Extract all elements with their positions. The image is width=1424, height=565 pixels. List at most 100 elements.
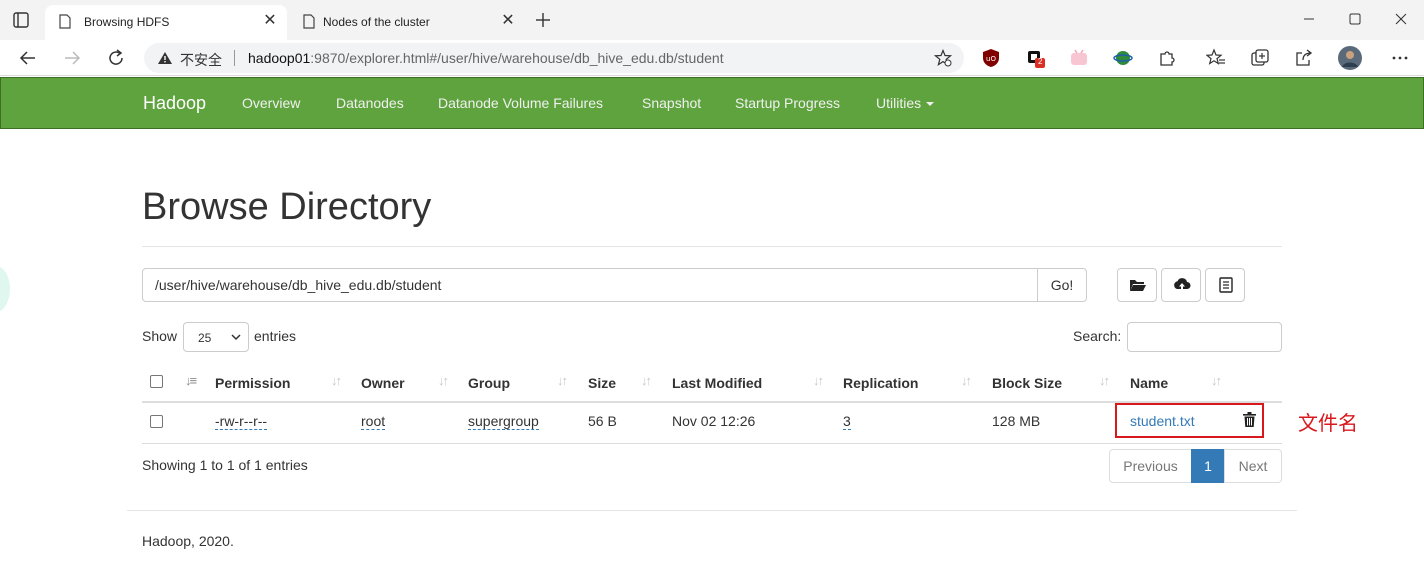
table-info: Showing 1 to 1 of 1 entries <box>142 457 308 473</box>
upload-button[interactable] <box>1161 268 1201 302</box>
go-button[interactable]: Go! <box>1037 268 1087 302</box>
header-last-modified[interactable]: Last Modified <box>672 375 762 391</box>
search-label: Search: <box>1073 328 1122 344</box>
row-checkbox[interactable] <box>150 415 163 428</box>
collections-icon[interactable] <box>1250 48 1270 68</box>
pagination-page-1[interactable]: 1 <box>1191 449 1225 483</box>
sort-icon[interactable]: ↓↑ <box>1099 373 1110 388</box>
add-favorite-icon[interactable] <box>934 49 952 67</box>
nav-utilities-label: Utilities <box>876 95 922 111</box>
share-icon[interactable] <box>1294 48 1314 68</box>
entries-label: entries <box>254 328 297 344</box>
nav-datanode-volume-failures[interactable]: Datanode Volume Failures <box>438 95 603 111</box>
svg-text:uO: uO <box>986 55 996 63</box>
tab-nodes-of-cluster[interactable]: Nodes of the cluster ✕ <box>289 5 525 40</box>
profile-avatar[interactable] <box>1338 46 1362 70</box>
tab-browsing-hdfs[interactable]: Browsing HDFS ✕ <box>45 5 287 40</box>
nav-snapshot[interactable]: Snapshot <box>642 95 701 111</box>
browser-tab-bar: Browsing HDFS ✕ Nodes of the cluster ✕ <box>0 0 1424 40</box>
chevron-down-icon <box>231 334 241 341</box>
sort-icon[interactable]: ↓↑ <box>641 373 652 388</box>
favorites-icon[interactable] <box>1206 48 1226 68</box>
header-name[interactable]: Name <box>1130 375 1168 391</box>
maximize-icon[interactable] <box>1343 8 1367 30</box>
side-widget <box>0 266 10 312</box>
footer-divider <box>127 510 1297 511</box>
extensions-puzzle-icon[interactable] <box>1157 48 1177 68</box>
show-label: Show <box>142 328 178 344</box>
extension-badge-icon[interactable]: 2 <box>1025 48 1045 68</box>
table-header-divider <box>142 401 1282 403</box>
header-block-size[interactable]: Block Size <box>992 375 1062 391</box>
more-menu-icon[interactable] <box>1390 48 1410 68</box>
nav-overview[interactable]: Overview <box>242 95 300 111</box>
nav-startup-progress[interactable]: Startup Progress <box>735 95 840 111</box>
close-tab-icon[interactable]: ✕ <box>261 12 279 30</box>
extension-badge-count: 2 <box>1038 57 1043 66</box>
close-window-icon[interactable] <box>1389 8 1413 30</box>
header-permission[interactable]: Permission <box>215 375 290 391</box>
sort-icon[interactable]: ↓↑ <box>438 373 449 388</box>
cell-replication[interactable]: 3 <box>843 413 851 430</box>
list-alt-icon <box>1219 277 1233 293</box>
header-group[interactable]: Group <box>468 375 510 391</box>
close-tab-icon[interactable]: ✕ <box>499 12 517 30</box>
caret-down-icon <box>926 102 935 107</box>
address-bar: 不安全 hadoop01:9870/explorer.html#/user/hi… <box>0 40 1424 76</box>
hadoop-navbar: Hadoop Overview Datanodes Datanode Volum… <box>0 77 1424 129</box>
header-owner[interactable]: Owner <box>361 375 405 391</box>
page-length-select[interactable]: 25 <box>183 322 249 352</box>
sort-icon[interactable]: ↓↑ <box>331 373 342 388</box>
sort-icon[interactable]: ↓↑ <box>813 373 824 388</box>
navbar-brand[interactable]: Hadoop <box>143 93 206 114</box>
page-length-value: 25 <box>198 331 212 345</box>
create-directory-button[interactable] <box>1117 268 1157 302</box>
sort-icon[interactable]: ↓↑ <box>961 373 972 388</box>
page-icon <box>303 14 315 29</box>
tab-actions-icon[interactable] <box>12 11 30 29</box>
sort-icon[interactable]: ↓↑ <box>557 373 568 388</box>
select-all-checkbox[interactable] <box>150 375 163 388</box>
url-text: hadoop01:9870/explorer.html#/user/hive/w… <box>248 50 724 66</box>
new-tab-icon[interactable] <box>533 10 553 30</box>
nav-utilities[interactable]: Utilities <box>876 95 935 111</box>
forward-icon[interactable] <box>62 48 82 68</box>
nav-datanodes[interactable]: Datanodes <box>336 95 404 111</box>
cut-paste-button[interactable] <box>1205 268 1245 302</box>
cell-owner[interactable]: root <box>361 413 386 430</box>
footer-text: Hadoop, 2020. <box>142 533 234 549</box>
pagination-next[interactable]: Next <box>1224 449 1282 483</box>
pagination-previous[interactable]: Previous <box>1109 449 1192 483</box>
filename-annotation: 文件名 <box>1298 413 1358 435</box>
page-icon <box>59 14 71 29</box>
insecure-label: 不安全 <box>180 52 222 68</box>
back-icon[interactable] <box>18 48 38 68</box>
bilibili-extension-icon[interactable] <box>1069 48 1089 68</box>
directory-path-input[interactable]: /user/hive/warehouse/db_hive_edu.db/stud… <box>142 268 1038 302</box>
search-input[interactable] <box>1127 322 1282 352</box>
sort-icon[interactable]: ↓↑ <box>1211 373 1222 388</box>
globe-extension-icon[interactable] <box>1113 48 1133 68</box>
cell-permission[interactable]: -rw-r--r-- <box>215 413 268 430</box>
title-divider <box>142 246 1282 247</box>
url-field[interactable]: 不安全 hadoop01:9870/explorer.html#/user/hi… <box>144 43 964 73</box>
folder-open-icon <box>1130 280 1146 291</box>
cell-last-modified: Nov 02 12:26 <box>672 413 756 429</box>
cell-group[interactable]: supergroup <box>468 413 539 430</box>
refresh-icon[interactable] <box>106 48 126 68</box>
warning-icon[interactable] <box>157 51 173 65</box>
tab-title: Browsing HDFS <box>84 15 170 29</box>
cell-size: 56 B <box>588 413 617 429</box>
ublock-icon[interactable]: uO <box>981 48 1001 68</box>
url-separator <box>234 50 235 66</box>
cloud-upload-icon <box>1174 278 1191 291</box>
page-title: Browse Directory <box>142 186 432 228</box>
filename-highlight-box <box>1115 403 1264 438</box>
tab-title: Nodes of the cluster <box>323 15 430 29</box>
cell-block-size: 128 MB <box>992 413 1041 429</box>
sort-desc-icon[interactable]: ↓≡ <box>185 373 197 388</box>
table-row-divider <box>142 443 1282 444</box>
minimize-icon[interactable] <box>1297 8 1321 30</box>
header-size[interactable]: Size <box>588 375 616 391</box>
header-replication[interactable]: Replication <box>843 375 918 391</box>
